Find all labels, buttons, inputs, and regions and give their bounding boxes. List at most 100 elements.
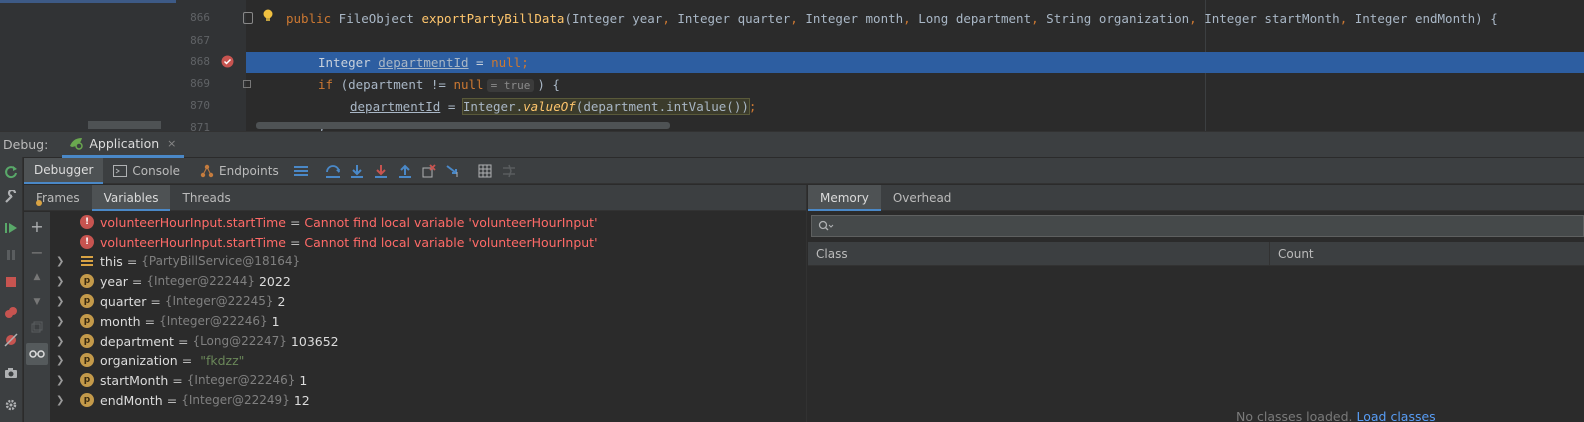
- parameter-icon: p: [80, 353, 94, 367]
- run-to-cursor-icon[interactable]: [441, 161, 465, 181]
- memory-panel: Memory Overhead Class Count No classes l…: [808, 184, 1584, 422]
- code-line: departmentId = Integer.valueOf(departmen…: [350, 98, 757, 115]
- frames-badge-icon: [36, 199, 42, 206]
- step-over-icon[interactable]: [321, 161, 345, 181]
- editor-horizontal-scrollbar[interactable]: [256, 122, 670, 129]
- tab-variables[interactable]: Variables: [91, 184, 171, 211]
- tab-endpoints-label: Endpoints: [219, 163, 279, 178]
- resume-icon[interactable]: [3, 220, 19, 236]
- expand-icon[interactable]: ❯: [56, 336, 68, 347]
- mute-breakpoints-icon[interactable]: [3, 332, 19, 348]
- tab-memory[interactable]: Memory: [808, 184, 881, 211]
- variables-tree[interactable]: ! volunteerHourInput.startTime = Cannot …: [51, 212, 806, 422]
- drop-frame-icon[interactable]: [417, 161, 441, 181]
- expand-icon[interactable]: ❯: [56, 355, 68, 366]
- expand-icon[interactable]: ❯: [56, 316, 68, 327]
- expand-icon[interactable]: ❯: [56, 256, 68, 267]
- tab-threads[interactable]: Threads: [170, 185, 242, 211]
- step-out-icon[interactable]: [393, 161, 417, 181]
- line-number: 870: [190, 99, 210, 112]
- pause-icon[interactable]: [3, 247, 19, 263]
- debug-label: Debug:: [3, 137, 49, 152]
- search-icon: [818, 220, 834, 232]
- list-item[interactable]: ❯ p month = {Integer@22246} 1: [51, 311, 806, 331]
- parameter-icon: p: [80, 334, 94, 348]
- variables-side-toolbar: + − ▲ ▼: [24, 212, 50, 422]
- list-item[interactable]: ❯ p department = {Long@22247} 103652: [51, 331, 806, 351]
- tab-console-label: Console: [132, 163, 181, 178]
- evaluate-expression-icon[interactable]: [473, 161, 497, 181]
- list-item[interactable]: ❯ p startMonth = {Integer@22246} 1: [51, 370, 806, 390]
- remove-watch-icon[interactable]: −: [29, 243, 45, 262]
- show-watches-icon[interactable]: [26, 343, 48, 365]
- breakpoint-icon[interactable]: [221, 55, 234, 68]
- column-class[interactable]: Class: [808, 241, 1270, 266]
- code-line: if (department != null = true) {: [318, 77, 560, 92]
- debug-session-title: Application: [89, 135, 160, 151]
- move-down-icon[interactable]: ▼: [29, 294, 45, 310]
- debug-tool-window-header: Debug: Application ×: [0, 131, 1584, 158]
- memory-table-header: Class Count: [808, 241, 1584, 266]
- variables-panel: Frames Variables Threads + − ▲ ▼ ! volun…: [24, 184, 807, 422]
- list-item[interactable]: ❯ p year = {Integer@22244} 2022: [51, 271, 806, 291]
- line-number: 869: [190, 77, 210, 90]
- load-classes-link[interactable]: Load classes: [1356, 409, 1435, 422]
- tab-debugger[interactable]: Debugger: [24, 157, 104, 184]
- settings-icon[interactable]: [3, 397, 19, 413]
- line-number: 866: [190, 11, 210, 24]
- tab-console[interactable]: Console: [103, 158, 190, 184]
- tab-endpoints[interactable]: Endpoints: [190, 158, 289, 184]
- horizontal-scrollbar[interactable]: [88, 121, 161, 129]
- parameter-icon: p: [80, 314, 94, 328]
- add-watch-icon[interactable]: +: [29, 217, 45, 236]
- empty-state-text: No classes loaded.: [1236, 409, 1353, 422]
- inline-value-hint: = true: [486, 79, 535, 92]
- parameter-icon: p: [80, 274, 94, 288]
- list-item[interactable]: ❯ this = {PartyBillService@18164}: [51, 251, 806, 271]
- duplicate-icon[interactable]: [29, 319, 45, 335]
- list-item[interactable]: ! volunteerHourInput.startTime = Cannot …: [51, 232, 806, 252]
- debugger-toolbar: Debugger Console Endpoints: [24, 157, 1584, 184]
- camera-icon[interactable]: [3, 365, 19, 381]
- line-number: 867: [190, 34, 210, 47]
- list-item[interactable]: ❯ p endMonth = {Integer@22249} 12: [51, 390, 806, 410]
- column-count[interactable]: Count: [1270, 247, 1314, 261]
- editor-left-pane: [0, 0, 176, 131]
- menu-icon[interactable]: [289, 161, 313, 181]
- wrench-icon[interactable]: [3, 189, 19, 205]
- debugger-subtabs: Frames Variables Threads: [24, 184, 806, 211]
- error-icon: !: [80, 215, 94, 229]
- close-icon[interactable]: ×: [167, 137, 176, 150]
- stop-icon[interactable]: [3, 274, 19, 290]
- list-item[interactable]: ! volunteerHourInput.startTime = Cannot …: [51, 212, 806, 232]
- line-number: 868: [190, 55, 210, 68]
- line-number: 871: [190, 121, 210, 131]
- step-into-icon[interactable]: [345, 161, 369, 181]
- expand-icon[interactable]: ❯: [56, 395, 68, 406]
- expand-icon[interactable]: ❯: [56, 375, 68, 386]
- field-list-icon: [80, 254, 94, 268]
- tab-frames[interactable]: Frames: [24, 185, 92, 211]
- parameter-icon: p: [80, 373, 94, 387]
- console-icon: [113, 164, 128, 177]
- tab-overhead[interactable]: Overhead: [881, 185, 964, 211]
- error-icon: !: [80, 235, 94, 249]
- move-up-icon[interactable]: ▲: [29, 269, 45, 285]
- memory-tabs: Memory Overhead: [808, 184, 1584, 211]
- list-item[interactable]: ❯ p organization = "fkdzz": [51, 350, 806, 370]
- parameter-icon: p: [80, 393, 94, 407]
- expand-icon[interactable]: ❯: [56, 276, 68, 287]
- trace-stream-icon[interactable]: [497, 161, 521, 181]
- expand-icon[interactable]: ❯: [56, 296, 68, 307]
- rerun-icon[interactable]: [3, 164, 19, 180]
- parameter-icon: p: [80, 294, 94, 308]
- code-editor[interactable]: 866 867 868 869 870 871 public FileObjec…: [0, 0, 1584, 131]
- class-search-input[interactable]: [811, 215, 1584, 237]
- force-step-into-icon[interactable]: [369, 161, 393, 181]
- empty-state: No classes loaded. Load classes: [1236, 409, 1436, 422]
- code-line: public FileObject exportPartyBillData(In…: [286, 11, 1498, 26]
- debug-session-tab[interactable]: Application ×: [62, 132, 185, 158]
- list-item[interactable]: ❯ p quarter = {Integer@22245} 2: [51, 291, 806, 311]
- view-breakpoints-icon[interactable]: [3, 305, 19, 321]
- code-line-current: Integer departmentId = null;: [246, 52, 1584, 73]
